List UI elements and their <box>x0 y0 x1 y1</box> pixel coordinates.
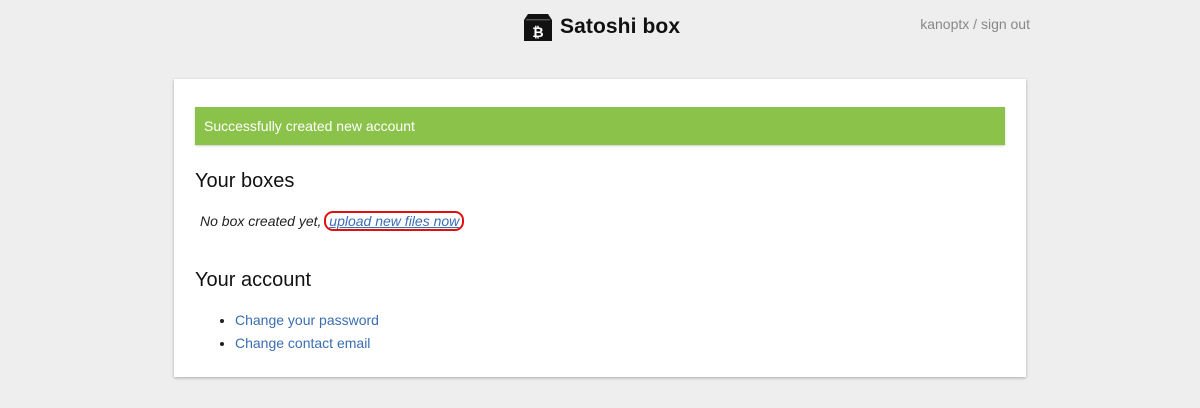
list-item: Change your password <box>235 309 379 332</box>
boxes-heading: Your boxes <box>195 170 295 192</box>
empty-boxes-text: No box created yet, <box>200 213 326 229</box>
user-nav: kanoptx / sign out <box>920 16 1030 32</box>
main-card: Successfully created new account Your bo… <box>174 79 1026 377</box>
account-heading: Your account <box>195 269 312 291</box>
list-item: Change contact email <box>235 332 379 355</box>
top-header: ₿ Satoshi box kanoptx / sign out <box>0 0 1200 60</box>
brand-name: Satoshi box <box>560 15 681 38</box>
change-password-link[interactable]: Change your password <box>235 312 379 328</box>
empty-boxes-message: No box created yet, upload new files now <box>200 211 465 231</box>
upload-files-link[interactable]: upload new files now <box>324 211 465 231</box>
success-alert: Successfully created new account <box>195 107 1005 145</box>
nav-separator: / <box>969 16 981 32</box>
signout-link[interactable]: sign out <box>981 16 1030 32</box>
change-email-link[interactable]: Change contact email <box>235 335 370 351</box>
bitcoin-box-icon: ₿ <box>524 14 552 41</box>
svg-text:₿: ₿ <box>532 25 543 41</box>
brand[interactable]: ₿ Satoshi box <box>522 12 680 42</box>
account-links: Change your password Change contact emai… <box>195 309 379 355</box>
username-link[interactable]: kanoptx <box>920 16 969 32</box>
